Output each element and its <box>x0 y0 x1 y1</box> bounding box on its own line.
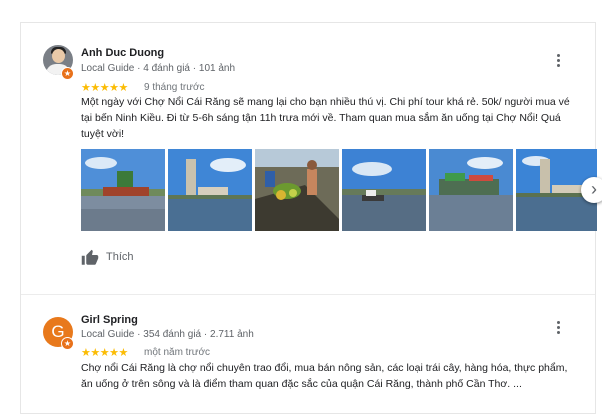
local-guide-label: Local Guide <box>81 63 135 74</box>
separator: · <box>203 329 208 340</box>
review-card: G ★ Girl Spring Local Guide · 354 đánh g… <box>21 295 595 415</box>
chevron-right-icon[interactable]: › <box>581 177 602 203</box>
review-text: Chợ nổi Cái Răng là chợ nổi chuyên trao … <box>81 362 568 390</box>
photo-count: 2.711 ảnh <box>210 329 254 340</box>
more-vert-icon[interactable] <box>553 320 563 334</box>
more-vert-icon[interactable] <box>553 53 563 67</box>
photo-strip <box>81 149 597 231</box>
star-rating: ★★★★★ <box>81 82 128 94</box>
reviews-panel: ★ Anh Duc Duong Local Guide · 4 đánh giá… <box>20 22 602 415</box>
review-photo[interactable] <box>168 149 252 231</box>
separator: · <box>137 63 141 74</box>
review-date: một năm trước <box>144 347 211 358</box>
thumbs-up-icon <box>81 249 99 265</box>
review-card: ★ Anh Duc Duong Local Guide · 4 đánh giá… <box>21 23 602 295</box>
local-guide-badge-icon: ★ <box>61 67 74 80</box>
star-rating: ★★★★★ <box>81 347 128 359</box>
separator: · <box>137 329 141 340</box>
reviewer-meta: Local Guide · 354 đánh giá · 2.711 ảnh <box>81 329 254 340</box>
like-label: Thích <box>106 251 134 263</box>
local-guide-badge-icon: ★ <box>61 337 74 350</box>
photo-count: 101 ảnh <box>198 63 236 74</box>
reviewer-name[interactable]: Girl Spring <box>81 314 138 326</box>
review-date: 9 tháng trước <box>144 82 205 93</box>
reviewer-meta: Local Guide · 4 đánh giá · 101 ảnh <box>81 63 235 74</box>
review-photo[interactable] <box>429 149 513 231</box>
review-photo[interactable] <box>342 149 426 231</box>
local-guide-label: Local Guide <box>81 329 135 340</box>
review-photo[interactable] <box>255 149 339 231</box>
review-text: Một ngày với Chợ Nổi Cái Răng sẽ mang lạ… <box>81 96 570 140</box>
review-count: 354 đánh giá <box>143 329 202 340</box>
review-photo[interactable] <box>81 149 165 231</box>
separator: · <box>192 63 197 74</box>
review-count: 4 đánh giá <box>143 63 190 74</box>
reviewer-name[interactable]: Anh Duc Duong <box>81 47 164 59</box>
